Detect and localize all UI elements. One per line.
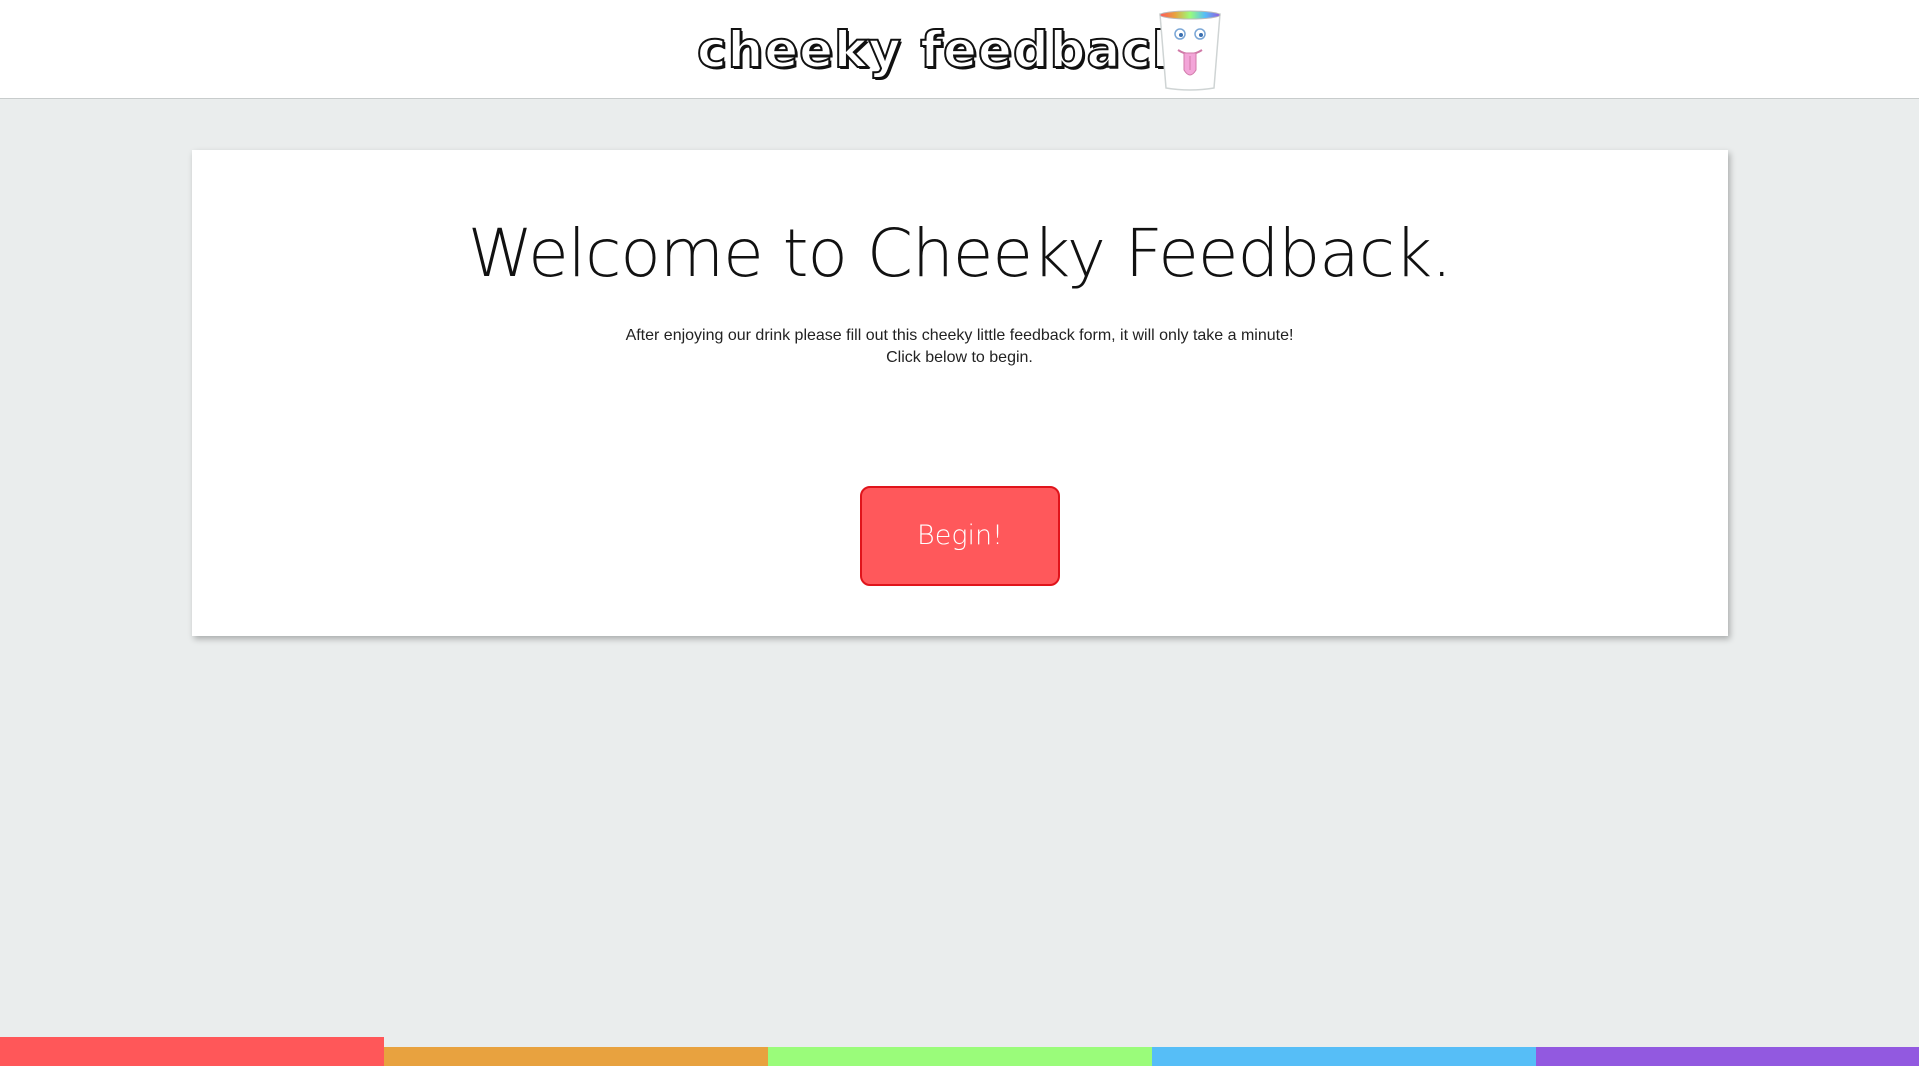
- intro-line-1: After enjoying our drink please fill out…: [625, 327, 1294, 344]
- rainbow-segment-orange: [384, 1047, 768, 1066]
- rainbow-segment-blue: [1152, 1047, 1536, 1066]
- intro-text: After enjoying our drink please fill out…: [0, 325, 1919, 369]
- site-header: cheeky feedback: [0, 0, 1919, 99]
- rainbow-segment-red: [0, 1037, 384, 1066]
- logo-text[interactable]: cheeky feedback: [696, 18, 1186, 82]
- rainbow-segment-green: [768, 1047, 1152, 1066]
- page-title: Welcome to Cheeky Feedback.: [467, 215, 1452, 292]
- begin-button[interactable]: Begin!: [860, 486, 1060, 586]
- rainbow-footer-bar: [0, 1036, 1919, 1066]
- rainbow-segment-purple: [1536, 1047, 1919, 1066]
- intro-line-2: Click below to begin.: [886, 349, 1033, 366]
- cup-face-icon[interactable]: [1156, 8, 1224, 92]
